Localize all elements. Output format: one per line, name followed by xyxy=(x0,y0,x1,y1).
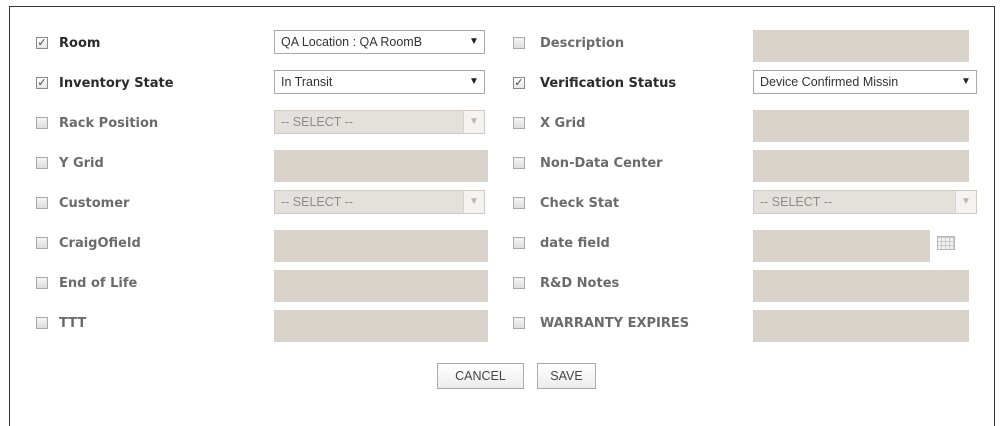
inventory-state-checkbox[interactable]: ✓ xyxy=(36,77,48,89)
date-field-checkbox[interactable] xyxy=(513,237,525,249)
description-input[interactable] xyxy=(753,30,969,62)
check-stat-select: -- SELECT -- ▼ xyxy=(753,190,977,214)
ttt-checkbox[interactable] xyxy=(36,317,48,329)
y-grid-input[interactable] xyxy=(274,150,488,182)
form-row: TTT WARRANTY EXPIRES xyxy=(10,309,994,342)
r-d-notes-input[interactable] xyxy=(753,270,969,302)
calendar-icon[interactable] xyxy=(937,236,955,250)
description-label: Description xyxy=(540,36,625,51)
date-field-input[interactable] xyxy=(753,230,930,262)
inventory-state-select-value: In Transit xyxy=(281,75,333,89)
x-grid-checkbox[interactable] xyxy=(513,117,525,129)
form-row: CraigOfield date field xyxy=(10,229,994,262)
x-grid-input[interactable] xyxy=(753,110,969,142)
warranty-expires-label: WARRANTY EXPIRES xyxy=(540,316,690,331)
non-data-center-input[interactable] xyxy=(753,150,969,182)
x-grid-label: X Grid xyxy=(540,116,586,131)
chevron-down-icon: ▼ xyxy=(464,71,484,93)
rack-position-select-value: -- SELECT -- xyxy=(281,115,353,129)
customer-select-value: -- SELECT -- xyxy=(281,195,353,209)
ttt-label: TTT xyxy=(59,316,87,331)
chevron-down-icon: ▼ xyxy=(463,111,484,133)
room-select[interactable]: QA Location : QA RoomB ▼ xyxy=(274,30,485,54)
non-data-center-label: Non-Data Center xyxy=(540,156,663,171)
craigofield-label: CraigOfield xyxy=(59,236,141,251)
cancel-button[interactable]: CANCEL xyxy=(437,363,524,389)
rack-position-label: Rack Position xyxy=(59,116,159,131)
inventory-state-label: Inventory State xyxy=(59,76,174,91)
chevron-down-icon: ▼ xyxy=(463,191,484,213)
chevron-down-icon: ▼ xyxy=(955,191,976,213)
warranty-expires-checkbox[interactable] xyxy=(513,317,525,329)
ttt-input[interactable] xyxy=(274,310,488,342)
form-row: Customer -- SELECT -- ▼ Check Stat -- SELECT… xyxy=(10,189,994,219)
room-checkbox[interactable]: ✓ xyxy=(36,37,48,49)
inventory-state-select[interactable]: In Transit ▼ xyxy=(274,70,485,94)
r-d-notes-label: R&D Notes xyxy=(540,276,620,291)
warranty-expires-input[interactable] xyxy=(753,310,969,342)
form-row: Rack Position -- SELECT -- ▼ X Grid xyxy=(10,109,994,142)
room-label: Room xyxy=(59,36,101,51)
room-select-value: QA Location : QA RoomB xyxy=(281,35,423,49)
y-grid-label: Y Grid xyxy=(59,156,104,171)
rack-position-checkbox[interactable] xyxy=(36,117,48,129)
verification-status-label: Verification Status xyxy=(540,76,677,91)
save-button[interactable]: SAVE xyxy=(537,363,596,389)
rack-position-select: -- SELECT -- ▼ xyxy=(274,110,485,134)
craigofield-checkbox[interactable] xyxy=(36,237,48,249)
description-checkbox[interactable] xyxy=(513,37,525,49)
y-grid-checkbox[interactable] xyxy=(36,157,48,169)
r-d-notes-checkbox[interactable] xyxy=(513,277,525,289)
chevron-down-icon: ▼ xyxy=(956,71,976,93)
verification-status-select[interactable]: Device Confirmed Missin ▼ xyxy=(753,70,977,94)
form-row: ✓ Room QA Location : QA RoomB ▼ Description xyxy=(10,29,994,62)
end-of-life-input[interactable] xyxy=(274,270,488,302)
chevron-down-icon: ▼ xyxy=(464,31,484,53)
form-row: End of Life R&D Notes xyxy=(10,269,994,302)
verification-status-checkbox[interactable]: ✓ xyxy=(513,77,525,89)
check-stat-select-value: -- SELECT -- xyxy=(760,195,832,209)
form-row: Y Grid Non-Data Center xyxy=(10,149,994,182)
non-data-center-checkbox[interactable] xyxy=(513,157,525,169)
check-stat-label: Check Stat xyxy=(540,196,620,211)
end-of-life-checkbox[interactable] xyxy=(36,277,48,289)
verification-status-select-value: Device Confirmed Missin xyxy=(760,75,899,89)
customer-checkbox[interactable] xyxy=(36,197,48,209)
form-row: ✓ Inventory State In Transit ▼ ✓ Verification… xyxy=(10,69,994,99)
end-of-life-label: End of Life xyxy=(59,276,138,291)
bulk-edit-dialog: ✓ Room QA Location : QA RoomB ▼ Description ✓… xyxy=(9,6,995,426)
customer-label: Customer xyxy=(59,196,130,211)
date-field-label: date field xyxy=(540,236,610,251)
craigofield-input[interactable] xyxy=(274,230,488,262)
customer-select: -- SELECT -- ▼ xyxy=(274,190,485,214)
check-stat-checkbox[interactable] xyxy=(513,197,525,209)
